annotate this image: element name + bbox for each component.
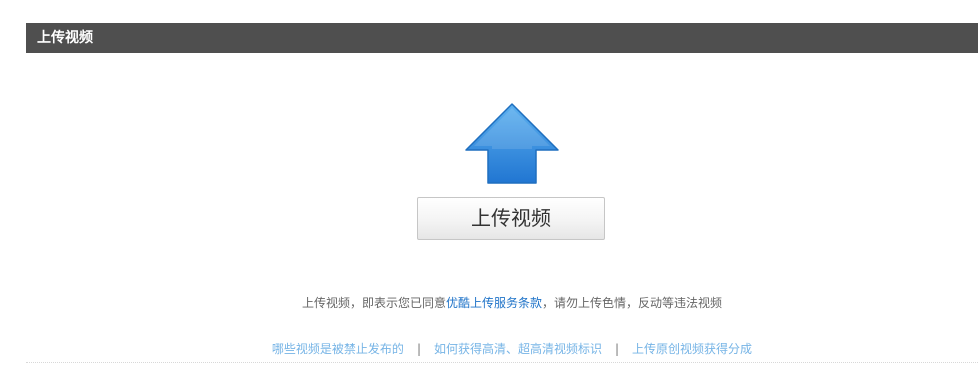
terms-prefix: 上传视频，即表示您已同意 — [301, 296, 446, 310]
divider — [26, 362, 978, 363]
help-links: 哪些视频是被禁止发布的 | 如何获得高清、超高清视频标识 | 上传原创视频获得分成 — [0, 340, 978, 357]
help-link-banned-videos[interactable]: 哪些视频是被禁止发布的 — [272, 342, 404, 356]
upload-terms-link[interactable]: 优酷上传服务条款 — [446, 296, 542, 310]
up-arrow-icon-graphic — [465, 103, 559, 184]
up-arrow-icon[interactable] — [464, 102, 560, 188]
separator: | — [615, 342, 620, 356]
help-link-hd-badge[interactable]: 如何获得高清、超高清视频标识 — [434, 342, 602, 356]
terms-suffix: ，请勿上传色情，反动等违法视频 — [542, 296, 723, 310]
header-bar: 上传视频 — [26, 23, 978, 53]
separator: | — [416, 342, 421, 356]
upload-video-page: 上传视频 上传视频 上传视频，即表示您已同意优酷上传服务条款，请勿上传色情，反动… — [0, 0, 978, 366]
page-title: 上传视频 — [37, 30, 93, 46]
upload-video-button[interactable]: 上传视频 — [417, 197, 605, 240]
help-link-revenue-share[interactable]: 上传原创视频获得分成 — [632, 342, 752, 356]
terms-notice: 上传视频，即表示您已同意优酷上传服务条款，请勿上传色情，反动等违法视频 — [0, 294, 978, 311]
